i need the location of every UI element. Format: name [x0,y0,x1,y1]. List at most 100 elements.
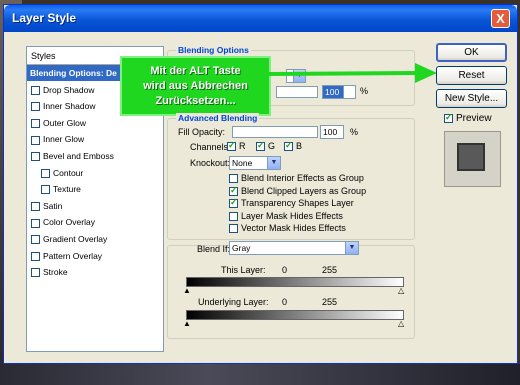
channel-g-label: G [268,141,276,151]
advanced-option-checkbox[interactable]: Layer Mask Hides Effects [229,211,343,221]
background-photo-bottom [0,364,520,385]
style-item-label: Contour [53,167,84,178]
underlying-white-slider-icon[interactable]: △ [398,320,404,328]
chevron-down-icon: ▼ [345,242,358,254]
preview-swatch [457,143,485,171]
underlying-layer-label: Underlying Layer: [198,297,269,307]
checkbox-icon [229,185,238,196]
style-item[interactable]: Gradient Overlay [27,231,163,247]
this-layer-min: 0 [282,265,288,275]
annotation-arrow-icon [269,63,437,83]
annotation-line-3: Zurücksetzen... [155,95,236,107]
blend-if-label: Blend If: [197,244,231,254]
style-item[interactable]: Inner Glow [27,131,163,147]
style-item-checkbox-icon[interactable] [31,251,40,261]
style-item[interactable]: Contour [27,165,163,181]
style-item[interactable]: Pattern Overlay [27,248,163,264]
style-item[interactable]: Color Overlay [27,214,163,230]
fill-opacity-label: Fill Opacity: [178,127,226,137]
style-item[interactable]: Bevel and Emboss [27,148,163,164]
advanced-option-checkbox[interactable]: Transparency Shapes Layer [229,197,354,209]
blend-if-group [167,245,415,339]
this-layer-white-slider-icon[interactable]: △ [398,287,404,295]
style-item-checkbox-icon[interactable] [41,168,50,178]
layer-style-dialog: Layer Style X Styles Blending Options: D… [3,4,518,364]
knockout-value: None [232,158,253,168]
style-item-label: Pattern Overlay [43,250,103,261]
style-item[interactable]: Satin [27,198,163,214]
advanced-option-checkbox[interactable]: Vector Mask Hides Effects [229,223,346,234]
advanced-option-label: Blend Clipped Layers as Group [241,185,367,196]
style-item-label: Bevel and Emboss [43,151,114,161]
style-item-checkbox-icon[interactable] [31,235,40,245]
style-item-checkbox-icon[interactable] [31,202,40,212]
new-style-button[interactable]: New Style... [436,89,507,108]
underlying-layer-max: 255 [322,297,338,307]
window-title: Layer Style [12,11,77,25]
advanced-option-checkbox[interactable]: Blend Clipped Layers as Group [229,185,367,196]
style-item-label: Texture [53,184,81,195]
channel-g-checkbox[interactable]: G [256,140,276,152]
style-item-label: Drop Shadow [43,84,95,95]
channel-r-checkbox[interactable]: R [227,140,246,152]
blend-if-dropdown[interactable]: Gray ▼ [229,241,359,255]
underlying-black-slider-icon[interactable]: ▲ [183,320,191,328]
advanced-option-label: Vector Mask Hides Effects [241,223,346,233]
fill-opacity-percent: % [350,127,359,137]
advanced-option-checkbox[interactable]: Blend Interior Effects as Group [229,173,364,184]
style-item-checkbox-icon[interactable] [31,102,40,112]
channel-r-check-icon [227,140,236,152]
annotation-line-2: wird aus Abbrechen [143,80,248,92]
preview-checkbox[interactable]: Preview [444,112,492,124]
reset-button[interactable]: Reset [436,66,507,85]
style-item-label: Inner Shadow [43,101,96,112]
channel-b-check-icon [284,140,293,152]
channel-g-check-icon [256,140,265,152]
blend-if-value: Gray [232,243,251,253]
underlying-layer-gradient-bar [186,310,404,320]
annotation-callout: Mit der ALT Taste wird aus Abbrechen Zur… [120,56,271,116]
preview-thumbnail [444,131,501,187]
style-item-checkbox-icon[interactable] [31,152,40,162]
style-item-label: Satin [43,200,63,211]
style-item-label: Blending Options: De [30,68,117,78]
checkbox-icon [229,174,238,184]
style-item-checkbox-icon[interactable] [41,185,50,195]
channel-b-checkbox[interactable]: B [284,140,302,152]
style-item-checkbox-icon[interactable] [31,85,40,95]
style-item-label: Color Overlay [43,217,95,228]
advanced-option-label: Blend Interior Effects as Group [241,173,364,183]
checkbox-icon [229,197,238,209]
annotation-line-1: Mit der ALT Taste [150,65,241,77]
this-layer-gradient-bar [186,277,404,287]
advanced-option-label: Transparency Shapes Layer [241,198,354,208]
style-item-checkbox-icon[interactable] [31,218,40,228]
style-item-checkbox-icon[interactable] [31,135,40,145]
fill-opacity-input[interactable]: 100 [320,125,344,139]
close-button[interactable]: X [491,9,510,28]
channel-r-label: R [239,141,246,151]
channels-label: Channels: [190,142,231,152]
style-item-checkbox-icon[interactable] [31,119,40,129]
preview-check-icon [444,112,453,123]
style-item[interactable]: Texture [27,181,163,197]
close-icon: X [496,11,505,26]
style-item[interactable]: Stroke [27,264,163,280]
style-item-label: Stroke [43,267,68,278]
knockout-dropdown[interactable]: None ▼ [229,156,281,170]
style-item-checkbox-icon[interactable] [31,268,40,278]
style-item[interactable]: Outer Glow [27,115,163,131]
style-item-label: Outer Glow [43,117,86,128]
this-layer-black-slider-icon[interactable]: ▲ [183,287,191,295]
fill-opacity-slider-track[interactable] [232,126,318,138]
preview-label: Preview [456,113,492,124]
blending-options-title: Blending Options [176,45,251,55]
checkbox-icon [229,224,238,234]
knockout-label: Knockout: [190,158,231,168]
style-item-label: Inner Glow [43,134,85,145]
advanced-blending-title: Advanced Blending [176,113,260,123]
title-bar[interactable]: Layer Style X [4,5,517,32]
advanced-option-label: Layer Mask Hides Effects [241,210,343,221]
style-item-label: Gradient Overlay [43,234,108,244]
ok-button[interactable]: OK [436,43,507,62]
